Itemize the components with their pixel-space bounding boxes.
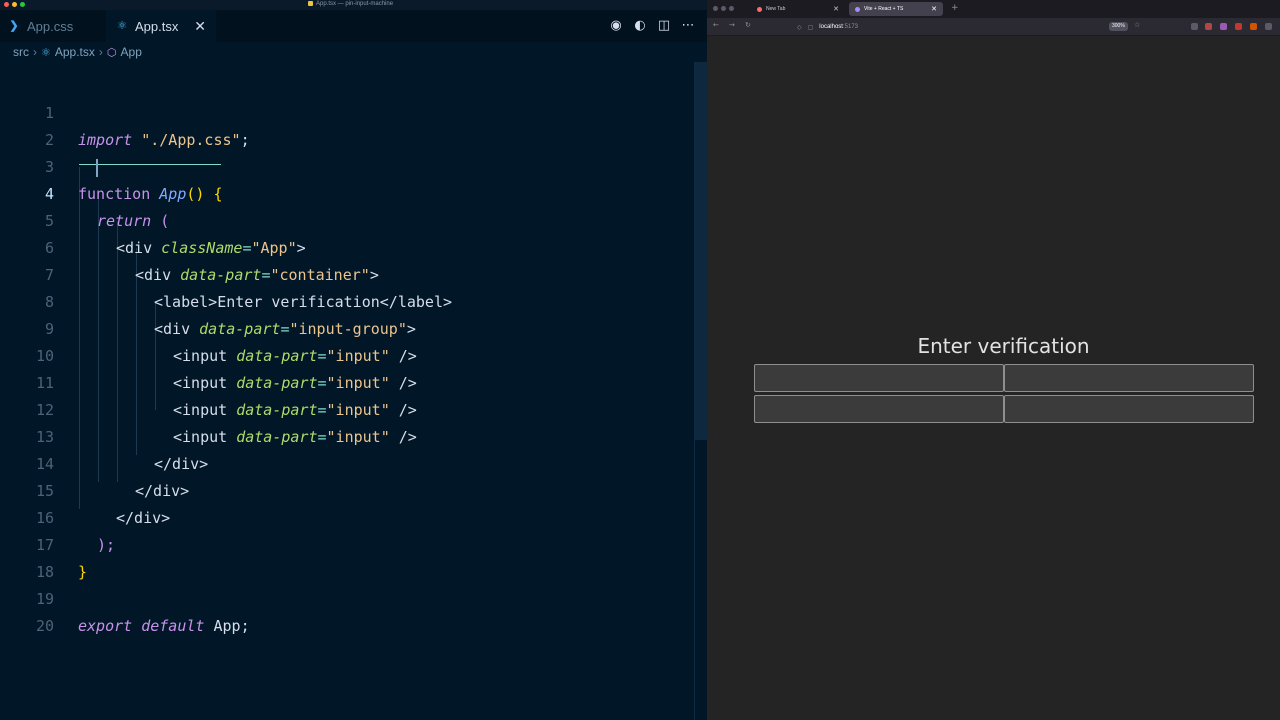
- tab-app-css[interactable]: ❯ App.css: [0, 10, 106, 42]
- symbol-component-icon: ⬡: [106, 46, 117, 59]
- text-cursor: [96, 159, 98, 177]
- keyword-token: export: [78, 617, 133, 635]
- extension-icon[interactable]: [1220, 23, 1227, 30]
- code-line: 17 }: [0, 505, 694, 581]
- chevron-right-icon: ›: [98, 45, 103, 59]
- forward-icon[interactable]: →: [729, 21, 735, 29]
- shield-icon: ◇: [797, 24, 802, 31]
- back-icon[interactable]: ←: [713, 21, 719, 29]
- breadcrumb-file[interactable]: App.tsx: [55, 45, 95, 59]
- code-line: 5 <div className="App">: [0, 181, 694, 257]
- line-number: 20: [35, 617, 54, 635]
- code-line: 20: [0, 586, 694, 635]
- zoom-window-icon[interactable]: [729, 6, 734, 11]
- code-line: 19 export default App;: [0, 559, 694, 635]
- breadcrumb-folder[interactable]: src: [13, 45, 29, 59]
- punctuation-token: ;: [240, 617, 250, 635]
- identifier-token: App: [213, 617, 241, 635]
- code-line: 11 <input data-part="input" />: [0, 343, 694, 419]
- close-tab-icon[interactable]: ✕: [833, 5, 839, 13]
- menu-icon[interactable]: [1265, 23, 1272, 30]
- verification-label: Enter verification: [917, 334, 1090, 358]
- code-line: 1 import "./App.css";: [0, 73, 694, 149]
- keyword-token: default: [141, 617, 205, 635]
- breadcrumb-symbol[interactable]: App: [121, 45, 142, 59]
- page-icon: ▢: [807, 24, 814, 31]
- browser-tab-vite[interactable]: Vite + React + TS ✕: [849, 2, 943, 16]
- minimize-window-icon[interactable]: [12, 2, 17, 7]
- pin-input-1[interactable]: [754, 364, 1004, 392]
- code-line: 14 </div>: [0, 424, 694, 500]
- editor-actions: ◉ ◐ ◫ ⋯: [609, 18, 695, 34]
- zoom-level-badge[interactable]: 300%: [1109, 22, 1128, 31]
- css-file-icon: ❯: [9, 20, 19, 32]
- browser-tab-label: New Tab: [766, 6, 786, 12]
- vite-icon: [855, 6, 860, 12]
- address-bar[interactable]: ◇ ▢ localhost:5173: [797, 21, 1147, 33]
- code-line: 2: [0, 100, 694, 149]
- chat-icon[interactable]: ◉: [609, 18, 623, 34]
- extension-icon[interactable]: [1250, 23, 1257, 30]
- window-title-text: App.tsx — pin-input-machine: [316, 1, 394, 7]
- extension-icon[interactable]: [1205, 23, 1212, 30]
- pin-input-3[interactable]: [754, 395, 1004, 423]
- tab-app-tsx[interactable]: ⚛ App.tsx ✕: [106, 10, 216, 42]
- editor-tab-bar: ❯ App.css ⚛ App.tsx ✕ ◉ ◐ ◫ ⋯: [0, 10, 707, 42]
- breadcrumb: src › ⚛ App.tsx › ⬡ App: [13, 45, 142, 59]
- more-actions-icon[interactable]: ⋯: [681, 18, 695, 34]
- browser-window: New Tab ✕ Vite + React + TS ✕ + ← → ↻ ◇ …: [707, 0, 1280, 720]
- browser-tab-strip: New Tab ✕ Vite + React + TS ✕ +: [707, 0, 1280, 18]
- new-tab-icon[interactable]: +: [951, 3, 959, 13]
- minimize-window-icon[interactable]: [721, 6, 726, 11]
- code-area[interactable]: 1 import "./App.css"; 2 3 function App()…: [0, 73, 694, 635]
- tab-label: App.css: [27, 18, 74, 34]
- browser-tab-new-tab[interactable]: New Tab ✕: [751, 2, 845, 16]
- url-port: :5173: [842, 24, 858, 30]
- editor-scrollbar-thumb[interactable]: [695, 62, 707, 440]
- code-line: 15 </div>: [0, 451, 694, 527]
- tab-label: App.tsx: [135, 18, 179, 34]
- close-window-icon[interactable]: [713, 6, 718, 11]
- code-line: 8 <div data-part="input-group">: [0, 262, 694, 338]
- zoom-window-icon[interactable]: [20, 2, 25, 7]
- code-line: 18: [0, 532, 694, 581]
- file-type-icon: [308, 1, 313, 6]
- browser-tab-label: Vite + React + TS: [864, 6, 904, 12]
- code-line: 3 function App() {: [0, 127, 694, 203]
- browser-navbar: ← → ↻ ◇ ▢ localhost:5173 300% ☆: [707, 18, 1280, 36]
- react-tsx-file-icon: ⚛: [117, 20, 127, 32]
- window-title: App.tsx — pin-input-machine: [308, 1, 393, 7]
- close-tab-icon[interactable]: ✕: [931, 5, 937, 13]
- close-tab-icon[interactable]: ✕: [194, 18, 206, 34]
- split-editor-icon[interactable]: ◫: [657, 18, 671, 34]
- page-viewport: Enter verification: [707, 36, 1280, 720]
- code-line: 13 </div>: [0, 397, 694, 473]
- close-window-icon[interactable]: [4, 2, 9, 7]
- chevron-right-icon: ›: [33, 45, 37, 59]
- code-line-current: 4 return (: [0, 154, 694, 230]
- extension-icon[interactable]: [1235, 23, 1242, 30]
- code-line: 7 <label>Enter verification</label>: [0, 235, 694, 311]
- url-host: localhost: [819, 24, 843, 30]
- pocket-icon[interactable]: [1191, 23, 1198, 30]
- react-tsx-file-icon: ⚛: [41, 46, 51, 59]
- firefox-icon: [757, 6, 762, 12]
- pin-input-4[interactable]: [1004, 395, 1254, 423]
- code-line: 16 );: [0, 478, 694, 554]
- pin-input-2[interactable]: [1004, 364, 1254, 392]
- code-line: 12 <input data-part="input" />: [0, 370, 694, 446]
- code-editor: ❯ App.css ⚛ App.tsx ✕ ◉ ◐ ◫ ⋯ src › ⚛ Ap…: [0, 10, 707, 720]
- reload-icon[interactable]: ↻: [745, 21, 751, 29]
- bookmark-star-icon[interactable]: ☆: [1134, 21, 1140, 29]
- code-line: 10 <input data-part="input" />: [0, 316, 694, 392]
- code-line: 9 <input data-part="input" />: [0, 289, 694, 365]
- code-line: 6 <div data-part="container">: [0, 208, 694, 284]
- contrast-icon[interactable]: ◐: [633, 18, 647, 34]
